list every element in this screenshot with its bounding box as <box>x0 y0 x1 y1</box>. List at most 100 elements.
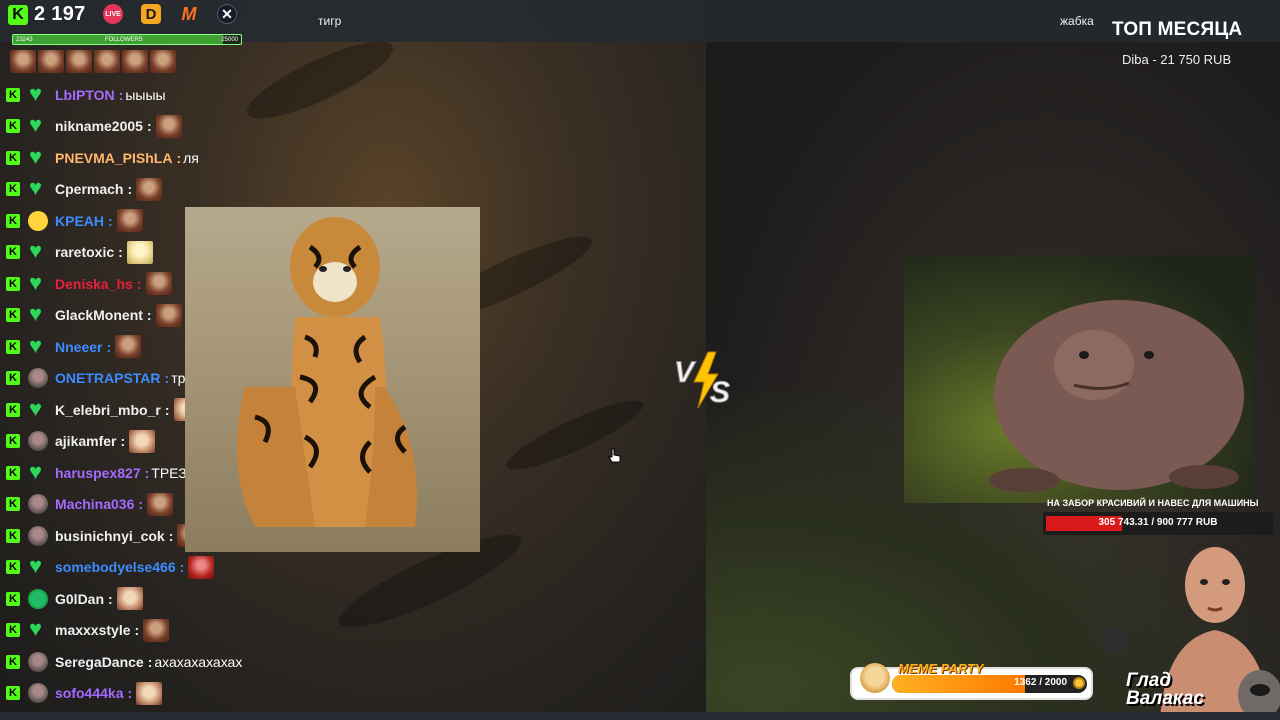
chat-message: Kmaxxxstyle: <box>6 615 306 647</box>
user-avatar <box>28 651 48 672</box>
chat-message: K PNEVMA_PIShLA:ля <box>6 142 306 174</box>
chat-emote <box>94 50 120 73</box>
chat-separator: : <box>176 149 182 166</box>
kick-badge-icon: K <box>6 308 20 323</box>
top-month-title: ТОП МЕСЯЦА <box>1112 19 1243 40</box>
chat-emote <box>143 618 170 642</box>
user-avatar <box>28 238 48 264</box>
chat-separator: : <box>120 433 126 450</box>
chat-emote <box>126 240 153 264</box>
chat-separator: : <box>164 401 170 418</box>
user-avatar <box>28 396 48 422</box>
chat-message: K G0lDan: <box>6 583 306 615</box>
chat-text: ля <box>183 149 199 166</box>
chat-username[interactable]: ONETRAPSTAR <box>55 370 161 386</box>
chat-separator: : <box>146 307 152 324</box>
chat-emote <box>147 492 174 516</box>
chat-username[interactable]: LbIPTON <box>55 87 115 103</box>
chat-username[interactable]: Machina036 <box>55 496 134 512</box>
kick-badge-icon: K <box>6 87 20 102</box>
meme-party-title: MEME PARTY <box>898 661 984 676</box>
chat-emote <box>38 50 64 73</box>
chat-username[interactable]: raretoxic <box>55 244 114 260</box>
chat-username[interactable]: PNEVMA_PIShLA <box>55 150 172 166</box>
chat-emote <box>10 50 36 73</box>
chat-username[interactable]: Cpermach <box>55 181 123 197</box>
chat-separator: : <box>146 118 152 135</box>
chat-emote <box>155 303 182 327</box>
platform-icons: LIVE D M ✕ <box>103 4 237 24</box>
meme-party-progress-text: 1362 / 2000 <box>1014 677 1067 688</box>
chat-separator: : <box>147 653 153 670</box>
left-contender-label: тигр <box>318 14 342 28</box>
chat-username[interactable]: haruspex827 <box>55 465 141 481</box>
chat-username[interactable]: ajikamfer <box>55 433 116 449</box>
chat-message: Ksomebodyelse466: <box>6 552 306 584</box>
chat-separator: : <box>136 275 142 292</box>
kick-badge-icon: K <box>6 402 20 417</box>
tiger-image <box>185 207 480 552</box>
kick-badge-icon: K <box>6 182 20 197</box>
user-avatar <box>28 210 48 231</box>
chat-text: ыыыы <box>125 86 166 103</box>
kick-badge-icon: K <box>6 528 20 543</box>
chat-message: Knikname2005: <box>6 111 306 143</box>
chat-emote <box>115 335 142 359</box>
chat-separator: : <box>108 590 113 607</box>
kick-badge-icon: K <box>6 213 20 228</box>
emote-spam-row <box>10 50 306 73</box>
chat-username[interactable]: maxxxstyle <box>55 622 131 638</box>
user-avatar <box>28 588 48 609</box>
user-avatar <box>28 175 48 201</box>
kick-badge-icon: K <box>6 591 20 606</box>
chat-username[interactable]: K_elebri_mbo_r <box>55 402 161 418</box>
kick-badge-icon: K <box>6 654 20 669</box>
meme-party-progress-bar: 1362 / 2000 <box>892 675 1087 693</box>
chat-username[interactable]: SeregaDance <box>55 654 144 670</box>
kick-badge-icon: K <box>6 276 20 291</box>
user-avatar <box>28 683 48 704</box>
chat-separator: : <box>108 212 113 229</box>
kick-badge-icon: K <box>6 497 20 512</box>
kick-badge-icon: K <box>6 686 20 701</box>
followers-count: 2 197 <box>34 3 86 25</box>
user-avatar <box>28 333 48 359</box>
kick-badge-icon: K <box>6 560 20 575</box>
kick-badge-icon: K <box>6 339 20 354</box>
chat-username[interactable]: sofo444ka <box>55 685 123 701</box>
kick-badge-icon: K <box>6 119 20 134</box>
user-avatar <box>28 270 48 296</box>
chat-emote <box>116 587 143 611</box>
chat-username[interactable]: G0lDan <box>55 591 104 607</box>
chat-emote <box>129 429 156 453</box>
chat-emote <box>136 177 163 201</box>
chat-message: K Cpermach: <box>6 174 306 206</box>
chat-username[interactable]: Nneeer <box>55 339 102 355</box>
chat-emote <box>116 209 143 233</box>
user-avatar <box>28 494 48 515</box>
top-bar: K 2 197 LIVE D M ✕ 23243 FOLLOWERS 25000 ти… <box>0 0 1280 45</box>
svg-text:V: V <box>674 356 697 389</box>
chat-username[interactable]: KPEAH <box>55 213 104 229</box>
mouse-pointer-icon <box>608 448 621 463</box>
chat-username[interactable]: nikname2005 <box>55 118 143 134</box>
user-avatar <box>28 112 48 138</box>
small-emote-icon <box>1103 628 1127 652</box>
chat-username[interactable]: businichnyi_cok <box>55 528 165 544</box>
kick-badge-icon: K <box>6 245 20 260</box>
followers-stat: K 2 197 <box>8 3 86 26</box>
user-avatar <box>28 553 48 579</box>
chat-separator: : <box>168 527 174 544</box>
chat-username[interactable]: GlackMonent <box>55 307 143 323</box>
followers-progress-bar: 23243 FOLLOWERS 25000 <box>12 34 242 45</box>
user-avatar <box>28 368 48 389</box>
chat-text: ахахахахахах <box>154 653 243 670</box>
chat-username[interactable]: somebodyelse466 <box>55 559 176 575</box>
kick-badge-icon: K <box>6 465 20 480</box>
streamer-name-line2: Валакас <box>1126 688 1204 709</box>
followers-bar-goal: 25000 <box>221 37 238 43</box>
bottom-border <box>0 712 1280 720</box>
chat-message: Ksofo444ka: <box>6 678 306 710</box>
chat-separator: : <box>118 86 124 103</box>
chat-username[interactable]: Deniska_hs <box>55 276 133 292</box>
